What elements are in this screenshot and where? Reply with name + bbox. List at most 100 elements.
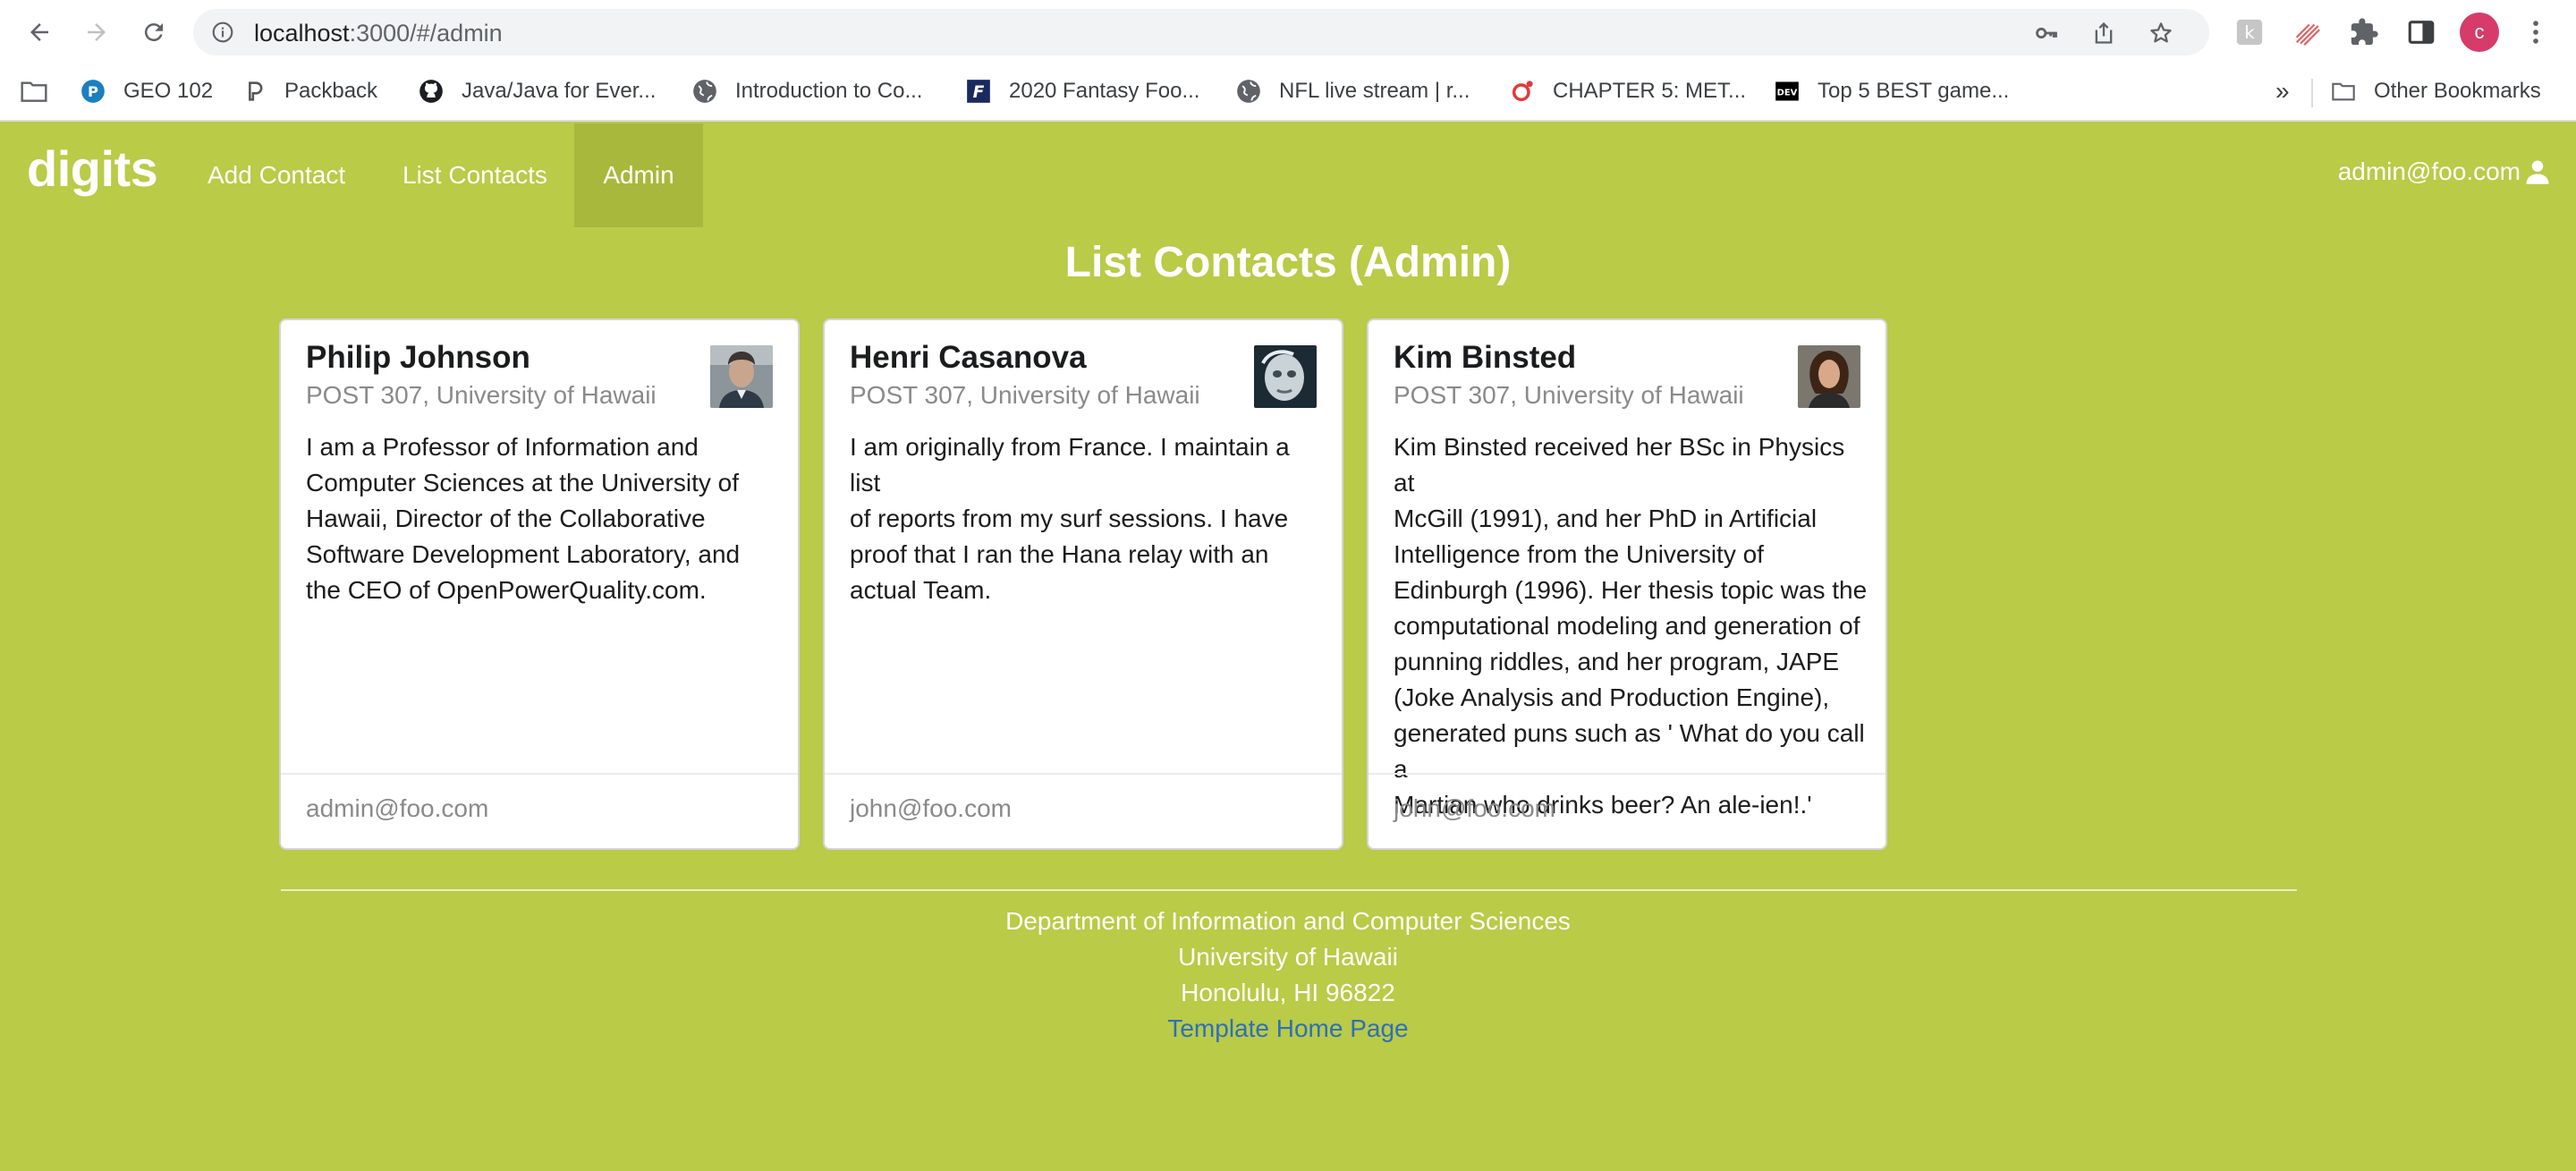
contact-description: I am a Professor of Information and Comp… bbox=[306, 429, 780, 608]
apps-folder-icon[interactable] bbox=[20, 73, 48, 109]
app-navbar: digits Add Contact List Contacts Admin a… bbox=[0, 123, 2576, 227]
description-line: Intelligence from the University of bbox=[1394, 540, 1764, 568]
svg-text:k: k bbox=[2244, 22, 2255, 43]
description-line: actual Team. bbox=[850, 576, 992, 604]
description-line: Computer Sciences at the University of bbox=[306, 469, 739, 496]
nav-list-contacts[interactable]: List Contacts bbox=[374, 123, 576, 227]
description-line: Edinburgh (1996). Her thesis topic was t… bbox=[1394, 576, 1868, 604]
key-icon[interactable] bbox=[2034, 21, 2059, 46]
contact-owner: admin@foo.com bbox=[306, 794, 489, 822]
bookmarks-bar: P GEO 102 Packback Java/Java for Ever...… bbox=[0, 64, 2576, 122]
bookmark-label: NFL live stream | r... bbox=[1279, 79, 1470, 103]
url-host: localhost bbox=[254, 20, 350, 47]
description-line: punning riddles, and her program, JAPE bbox=[1394, 648, 1840, 675]
description-line: generated puns such as ' What do you cal… bbox=[1394, 719, 1865, 783]
site-info-icon[interactable] bbox=[211, 21, 234, 44]
bookmark-chapter5[interactable]: CHAPTER 5: MET... bbox=[1510, 73, 1746, 109]
contact-address: POST 307, University of Hawaii bbox=[306, 381, 657, 409]
contact-card: Henri Casanova POST 307, University of H… bbox=[823, 318, 1343, 850]
brand-logo[interactable]: digits bbox=[27, 140, 158, 198]
description-line: proof that I ran the Hana relay with an bbox=[850, 540, 1269, 568]
card-divider bbox=[1368, 773, 1885, 775]
target-icon bbox=[1510, 79, 1535, 104]
puzzle-icon[interactable] bbox=[2349, 17, 2379, 47]
contact-avatar bbox=[1798, 345, 1860, 408]
kebab-menu-icon[interactable] bbox=[2521, 17, 2551, 47]
footer-divider bbox=[281, 889, 2297, 891]
contact-card: Kim Binsted POST 307, University of Hawa… bbox=[1367, 318, 1887, 850]
contact-description: Kim Binsted received her BSc in Physics … bbox=[1394, 429, 1868, 823]
browser-toolbar: localhost:3000/#/admin k c bbox=[0, 0, 2576, 64]
bookmark-nfl[interactable]: NFL live stream | r... bbox=[1236, 73, 1470, 109]
bookmark-label: CHAPTER 5: MET... bbox=[1553, 79, 1747, 103]
profile-avatar[interactable]: c bbox=[2460, 13, 2499, 52]
extension-k-icon[interactable]: k bbox=[2234, 17, 2265, 47]
description-line: of reports from my surf sessions. I have bbox=[850, 505, 1289, 532]
chevron-double-right-icon: » bbox=[2275, 77, 2290, 105]
bookmark-top5[interactable]: DEV Top 5 BEST game... bbox=[1775, 73, 2009, 109]
description-line: computational modeling and generation of bbox=[1394, 612, 1860, 640]
contact-address: POST 307, University of Hawaii bbox=[850, 381, 1200, 409]
page-title: List Contacts (Admin) bbox=[1064, 239, 1512, 286]
contact-name: Henri Casanova bbox=[850, 340, 1087, 375]
dev-icon: DEV bbox=[1775, 79, 1800, 104]
folder-icon bbox=[2331, 79, 2356, 104]
bookmark-label: Introduction to Co... bbox=[735, 79, 923, 103]
contact-avatar bbox=[1254, 345, 1317, 408]
bookmark-label: Java/Java for Ever... bbox=[462, 79, 657, 103]
other-bookmarks[interactable]: Other Bookmarks bbox=[2331, 73, 2541, 109]
footer-link-row: Template Home Page bbox=[0, 1014, 2576, 1043]
fantasy-icon: F bbox=[966, 79, 991, 104]
bookmark-label: Top 5 BEST game... bbox=[1818, 79, 2010, 103]
description-line: Hawaii, Director of the Collaborative bbox=[306, 505, 706, 532]
user-icon bbox=[2526, 160, 2549, 184]
bookmark-java[interactable]: Java/Java for Ever... bbox=[419, 73, 656, 109]
description-line: Software Development Laboratory, and bbox=[306, 540, 741, 568]
bookmark-label: 2020 Fantasy Foo... bbox=[1009, 79, 1200, 103]
reload-icon[interactable] bbox=[136, 14, 172, 50]
packback-icon bbox=[242, 79, 267, 104]
contact-card: Philip Johnson POST 307, University of H… bbox=[279, 318, 800, 850]
bookmark-label: Packback bbox=[284, 79, 378, 103]
footer-university: University of Hawaii bbox=[1178, 943, 1398, 971]
side-panel-icon[interactable] bbox=[2406, 17, 2436, 47]
bookmark-star-icon[interactable] bbox=[2148, 21, 2174, 46]
bookmark-fantasy[interactable]: F 2020 Fantasy Foo... bbox=[966, 73, 1199, 109]
bookmark-intro-co[interactable]: Introduction to Co... bbox=[692, 73, 922, 109]
user-email: admin@foo.com bbox=[2337, 157, 2521, 185]
bookmarks-overflow[interactable]: » bbox=[2275, 73, 2290, 109]
contact-name: Kim Binsted bbox=[1394, 340, 1577, 375]
footer-department: Department of Information and Computer S… bbox=[1005, 907, 1571, 935]
description-line: the CEO of OpenPowerQuality.com. bbox=[306, 576, 707, 604]
user-menu[interactable]: admin@foo.com bbox=[2338, 157, 2551, 186]
svg-text:P: P bbox=[88, 83, 98, 100]
svg-text:F: F bbox=[973, 83, 985, 102]
share-icon[interactable] bbox=[2091, 21, 2116, 46]
contact-owner: john@foo.com bbox=[1394, 794, 1555, 822]
forward-icon[interactable] bbox=[79, 14, 114, 50]
bookmark-geo102[interactable]: P GEO 102 bbox=[80, 73, 213, 109]
description-line: I am a Professor of Information and bbox=[306, 433, 699, 461]
footer-city: Honolulu, HI 96822 bbox=[1181, 979, 1395, 1006]
other-bookmarks-label: Other Bookmarks bbox=[2374, 79, 2541, 103]
nav-add-contact[interactable]: Add Contact bbox=[179, 123, 374, 227]
back-icon[interactable] bbox=[21, 14, 57, 50]
description-line: McGill (1991), and her PhD in Artificial bbox=[1394, 505, 1818, 532]
template-home-link[interactable]: Template Home Page bbox=[1167, 1014, 1408, 1042]
contact-avatar bbox=[710, 345, 773, 408]
contact-description: I am originally from France. I maintain … bbox=[850, 429, 1324, 608]
address-bar[interactable]: localhost:3000/#/admin bbox=[193, 9, 2209, 55]
bookmark-label: GEO 102 bbox=[123, 79, 214, 103]
card-divider bbox=[281, 773, 798, 775]
globe-icon bbox=[1236, 79, 1261, 104]
url-path: :3000/#/admin bbox=[349, 20, 503, 47]
github-icon bbox=[419, 79, 444, 104]
url-text[interactable]: localhost:3000/#/admin bbox=[254, 20, 503, 47]
contact-owner: john@foo.com bbox=[850, 794, 1012, 822]
profile-initial: c bbox=[2474, 21, 2485, 43]
extension-stripes-icon[interactable] bbox=[2292, 17, 2322, 47]
nav-admin[interactable]: Admin bbox=[574, 123, 703, 227]
bookmark-packback[interactable]: Packback bbox=[242, 73, 377, 109]
card-divider bbox=[825, 773, 1342, 775]
svg-text:DEV: DEV bbox=[1777, 89, 1798, 98]
